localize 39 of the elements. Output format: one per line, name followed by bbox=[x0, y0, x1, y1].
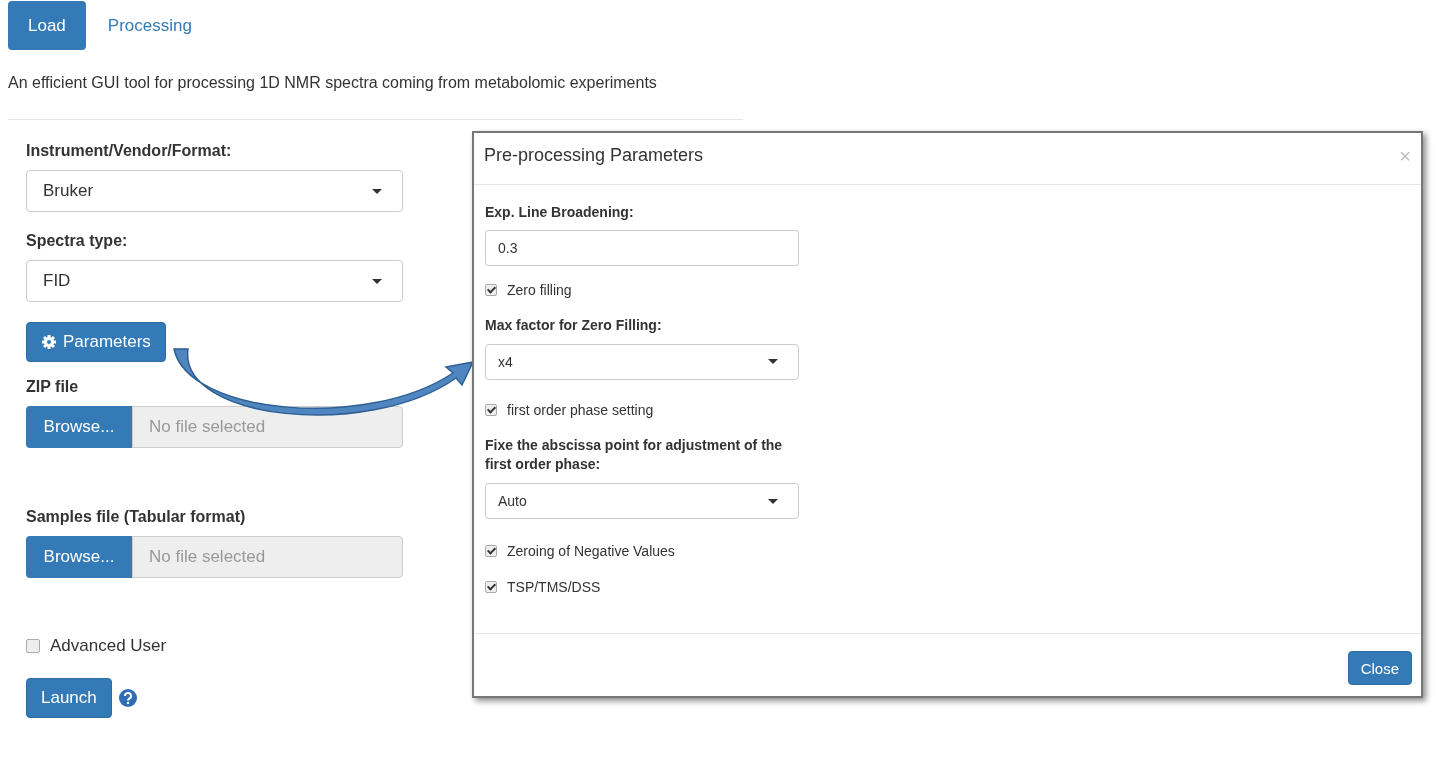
field-label: Instrument/Vendor/Format: bbox=[26, 142, 233, 160]
field-label: Max factor for Zero Filling: bbox=[485, 316, 663, 336]
file-field[interactable]: No file selected bbox=[132, 536, 403, 578]
browse-button[interactable]: Browse... bbox=[26, 536, 132, 578]
dropdown[interactable]: Bruker bbox=[26, 170, 403, 212]
field-label: Samples file (Tabular format) bbox=[26, 508, 247, 526]
gear-icon bbox=[41, 334, 57, 350]
checkbox-label: TSP/TMS/DSS bbox=[507, 579, 601, 595]
checkbox-label: Zero filling bbox=[507, 282, 572, 299]
tab[interactable]: Load bbox=[8, 1, 86, 50]
dropdown[interactable]: x4 bbox=[485, 343, 799, 380]
browse-button[interactable]: Browse... bbox=[26, 406, 132, 448]
field-label: ZIP file bbox=[26, 378, 80, 396]
field-label: Exp. Line Broadening: bbox=[485, 202, 635, 222]
checkbox[interactable] bbox=[26, 639, 40, 653]
checkbox[interactable] bbox=[485, 545, 497, 557]
field-label: Fixe the abscissa point for adjustment of the first order phase: bbox=[485, 435, 784, 475]
caret-icon bbox=[372, 278, 382, 284]
launch-button[interactable]: Launch bbox=[26, 678, 112, 718]
field-label: Spectra type: bbox=[26, 232, 129, 250]
modal-title: Pre-processing Parameters bbox=[484, 145, 704, 167]
dropdown[interactable]: Auto bbox=[485, 483, 799, 519]
tab[interactable]: Processing bbox=[87, 1, 212, 50]
file-field[interactable]: No file selected bbox=[132, 406, 403, 448]
help-icon[interactable] bbox=[117, 688, 138, 708]
dropdown[interactable]: FID bbox=[26, 260, 403, 302]
caret-icon bbox=[768, 359, 778, 365]
checkbox[interactable] bbox=[485, 581, 497, 593]
parameters-button[interactable]: Parameters bbox=[26, 322, 166, 362]
checkbox-label: Advanced User bbox=[50, 636, 167, 656]
input-field[interactable]: 0.3 bbox=[485, 230, 799, 267]
description-text: An efficient GUI tool for processing 1D NMR spectra coming from metabolomic experiments bbox=[8, 74, 658, 92]
checkbox[interactable] bbox=[485, 403, 497, 416]
checkbox-label: Zeroing of Negative Values bbox=[507, 543, 675, 559]
caret-icon bbox=[372, 188, 382, 194]
close-button[interactable]: Close bbox=[1347, 651, 1412, 685]
checkbox-label: first order phase setting bbox=[507, 401, 654, 418]
checkbox[interactable] bbox=[485, 284, 497, 297]
caret-icon bbox=[768, 498, 778, 504]
